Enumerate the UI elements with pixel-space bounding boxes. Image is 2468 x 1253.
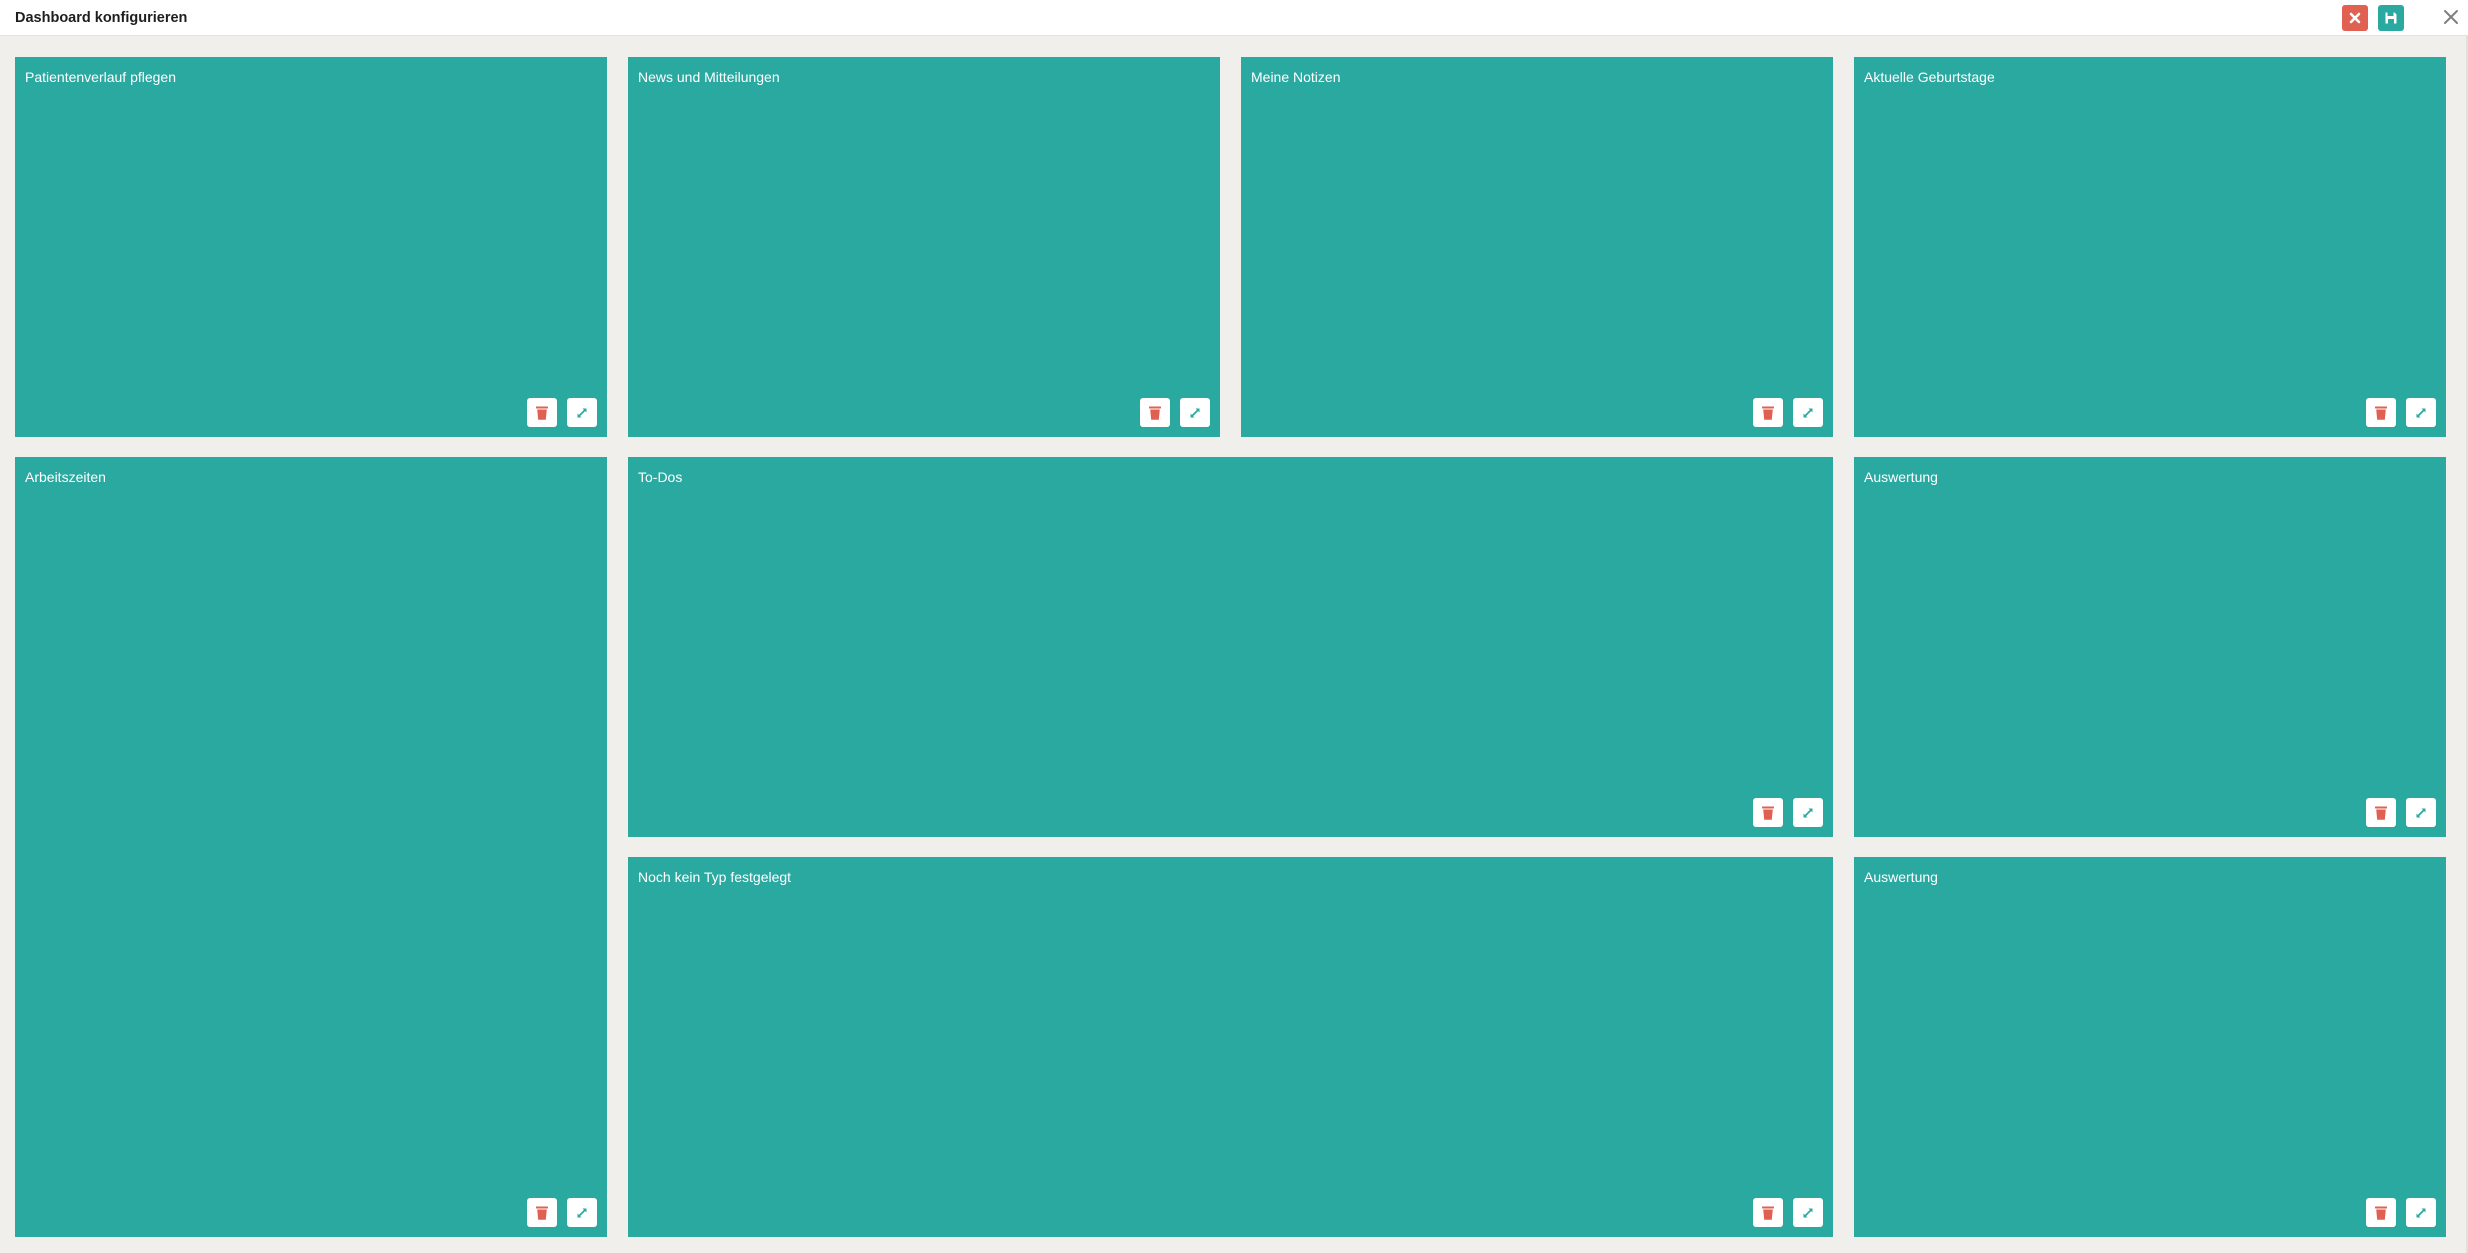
resize-tile-button[interactable] <box>2406 1198 2436 1227</box>
expand-icon <box>1803 808 1813 817</box>
tile-title: Auswertung <box>1864 869 1938 885</box>
delete-tile-button[interactable] <box>2366 1198 2396 1227</box>
dashboard-tile[interactable]: Noch kein Typ festgelegt <box>628 857 1833 1237</box>
dashboard-tile[interactable]: Auswertung <box>1854 457 2446 837</box>
dashboard-tile[interactable]: News und Mitteilungen <box>628 57 1220 437</box>
expand-icon <box>2416 408 2426 417</box>
resize-tile-button[interactable] <box>1180 398 1210 427</box>
save-button[interactable] <box>2378 5 2404 31</box>
tile-title: Arbeitszeiten <box>25 469 106 485</box>
tile-title: Auswertung <box>1864 469 1938 485</box>
resize-tile-button[interactable] <box>2406 798 2436 827</box>
dashboard-tile[interactable]: Patientenverlauf pflegen <box>15 57 607 437</box>
tile-title: Meine Notizen <box>1251 69 1341 85</box>
expand-icon <box>2416 1208 2426 1217</box>
expand-icon <box>577 408 587 417</box>
dashboard-tile[interactable]: Aktuelle Geburtstage <box>1854 57 2446 437</box>
delete-tile-button[interactable] <box>527 398 557 427</box>
trash-icon <box>1762 1206 1774 1220</box>
resize-tile-button[interactable] <box>567 398 597 427</box>
close-icon <box>2349 12 2361 24</box>
close-dialog-button[interactable] <box>2440 6 2462 28</box>
resize-tile-button[interactable] <box>567 1198 597 1227</box>
cancel-button[interactable] <box>2342 5 2368 31</box>
floppy-disk-icon <box>2385 12 2397 24</box>
trash-icon <box>1762 406 1774 420</box>
resize-tile-button[interactable] <box>1793 1198 1823 1227</box>
expand-icon <box>1803 1208 1813 1217</box>
trash-icon <box>536 1206 548 1220</box>
delete-tile-button[interactable] <box>2366 398 2396 427</box>
dashboard-tile[interactable]: Meine Notizen <box>1241 57 1833 437</box>
dialog-header: Dashboard konfigurieren <box>0 0 2468 36</box>
resize-tile-button[interactable] <box>2406 398 2436 427</box>
delete-tile-button[interactable] <box>1753 398 1783 427</box>
delete-tile-button[interactable] <box>1753 798 1783 827</box>
tile-title: Noch kein Typ festgelegt <box>638 869 792 885</box>
tile-title: News und Mitteilungen <box>638 69 780 85</box>
trash-icon <box>2375 1206 2387 1220</box>
expand-icon <box>1803 408 1813 417</box>
dashboard-tile[interactable]: To-Dos <box>628 457 1833 837</box>
trash-icon <box>2375 806 2387 820</box>
dashboard-tile[interactable]: Auswertung <box>1854 857 2446 1237</box>
tile-title: Patientenverlauf pflegen <box>25 69 176 85</box>
tile-title: To-Dos <box>638 469 683 485</box>
expand-icon <box>577 1208 587 1217</box>
delete-tile-button[interactable] <box>527 1198 557 1227</box>
close-x-icon <box>2444 10 2458 24</box>
delete-tile-button[interactable] <box>2366 798 2396 827</box>
resize-tile-button[interactable] <box>1793 798 1823 827</box>
expand-icon <box>1190 408 1200 417</box>
trash-icon <box>1762 806 1774 820</box>
trash-icon <box>536 406 548 420</box>
dialog-title: Dashboard konfigurieren <box>15 10 188 26</box>
dashboard-tile[interactable]: Arbeitszeiten <box>15 457 607 1237</box>
tile-title: Aktuelle Geburtstage <box>1864 69 1995 85</box>
delete-tile-button[interactable] <box>1753 1198 1783 1227</box>
trash-icon <box>2375 406 2387 420</box>
resize-tile-button[interactable] <box>1793 398 1823 427</box>
delete-tile-button[interactable] <box>1140 398 1170 427</box>
expand-icon <box>2416 808 2426 817</box>
trash-icon <box>1149 406 1161 420</box>
